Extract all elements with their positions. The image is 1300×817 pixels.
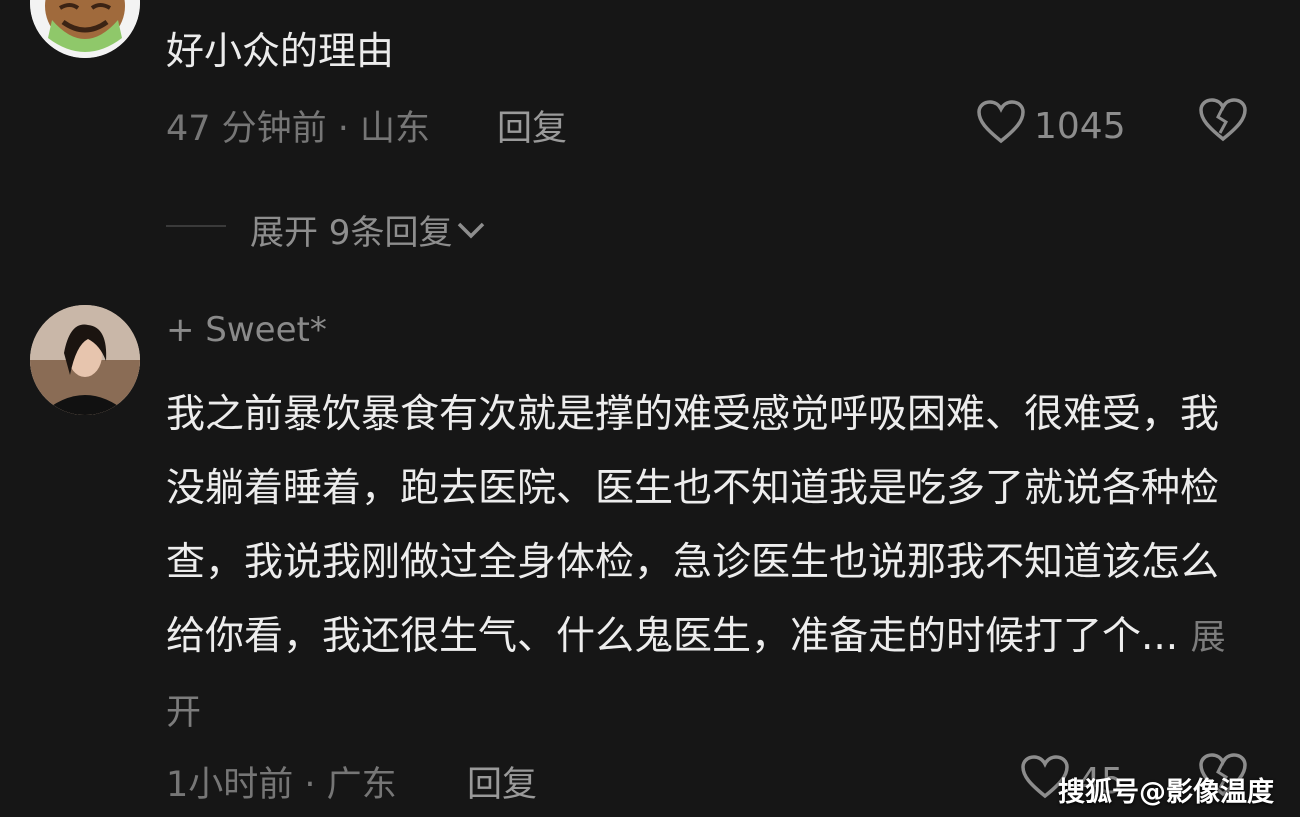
reply-button[interactable]: 回复 [467, 756, 537, 807]
like-count: 1045 [1034, 106, 1126, 147]
comment-meta: 47 分钟前 · 山东 [166, 109, 431, 149]
comment-text: 好小众的理由 [166, 29, 395, 73]
broken-heart-icon [1198, 98, 1248, 147]
avatar[interactable] [30, 0, 140, 58]
heart-outline-icon [976, 99, 1026, 154]
comment-body: 我之前暴饮暴食有次就是撑的难受感觉呼吸困难、很难受，我没躺着睡着，跑去医院、医生… [166, 392, 1220, 659]
comment-meta: 1小时前 · 广东 [166, 765, 397, 805]
username[interactable]: + Sweet* [166, 310, 327, 350]
watermark: 搜狐号@影像温度 [1058, 777, 1274, 808]
reply-button[interactable]: 回复 [497, 100, 567, 151]
expand-replies-label: 展开 9条回复 [250, 213, 453, 253]
dislike-button[interactable] [1198, 97, 1248, 147]
avatar[interactable] [30, 305, 140, 415]
comment-text: 我之前暴饮暴食有次就是撑的难受感觉呼吸困难、很难受，我没躺着睡着，跑去医院、医生… [166, 378, 1256, 750]
like-button[interactable]: 1045 [976, 99, 1126, 154]
divider [166, 225, 226, 227]
chevron-down-icon [456, 210, 486, 250]
expand-replies-button[interactable]: 展开 9条回复 [250, 205, 486, 254]
